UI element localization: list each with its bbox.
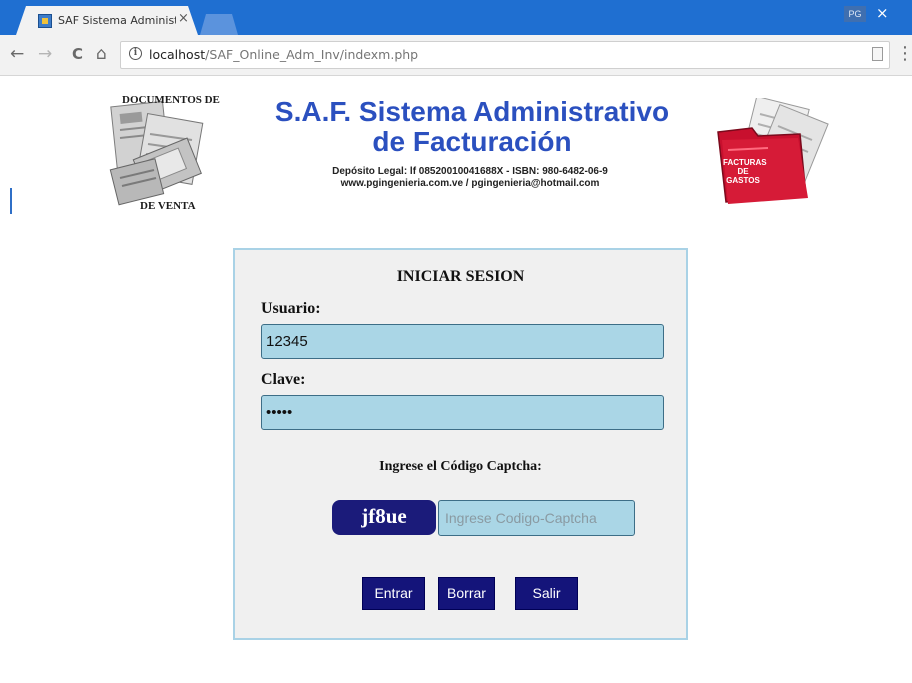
url-host: localhost bbox=[149, 47, 206, 62]
reload-icon[interactable]: C bbox=[72, 45, 83, 63]
documentos-venta-logo: DOCUMENTOS DE DE VENTA bbox=[108, 90, 220, 212]
user-label: Usuario: bbox=[261, 300, 321, 317]
legal-line2: www.pgingenieria.com.ve / pgingenieria@h… bbox=[340, 178, 600, 189]
browser-menu-icon[interactable]: ⋮ bbox=[896, 43, 912, 64]
red-folder-icon bbox=[717, 95, 829, 204]
user-input[interactable] bbox=[261, 324, 664, 359]
right-logo-text: FACTURAS DE GASTOS bbox=[723, 158, 767, 185]
left-logo-top-text: DOCUMENTOS DE bbox=[122, 94, 220, 106]
captcha-image: jf8ue bbox=[332, 500, 436, 535]
address-bar[interactable]: i localhost/SAF_Online_Adm_Inv/indexm.ph… bbox=[120, 41, 890, 69]
info-icon[interactable]: i bbox=[129, 47, 142, 60]
legal-info: Depósito Legal: lf 08520010041688X - ISB… bbox=[300, 166, 640, 190]
facturas-gastos-logo: FACTURAS DE GASTOS bbox=[708, 95, 832, 210]
login-title: INICIAR SESION bbox=[396, 268, 525, 285]
clear-button[interactable]: Borrar bbox=[438, 577, 495, 610]
profile-badge[interactable]: PG bbox=[844, 6, 866, 22]
page-edge-marker bbox=[10, 188, 12, 214]
url-path: /SAF_Online_Adm_Inv/indexm.php bbox=[205, 47, 419, 62]
tab-close-icon[interactable]: × bbox=[178, 11, 189, 26]
login-panel: INICIAR SESION Usuario: Clave: Ingrese e… bbox=[233, 248, 688, 640]
captcha-input[interactable] bbox=[438, 500, 635, 536]
left-logo-bottom-text: DE VENTA bbox=[140, 200, 196, 212]
documents-stack-icon bbox=[109, 100, 204, 206]
back-arrow-icon[interactable]: ← bbox=[10, 44, 24, 64]
site-title: S.A.F. Sistema Administrativo de Factura… bbox=[246, 96, 698, 157]
browser-tab-bar: SAF Sistema Administrati × PG × bbox=[0, 0, 912, 35]
window-close-icon[interactable]: × bbox=[876, 4, 889, 22]
forward-arrow-icon[interactable]: → bbox=[38, 44, 52, 64]
new-tab-button[interactable] bbox=[200, 14, 238, 35]
page-icon[interactable] bbox=[872, 47, 883, 61]
password-input[interactable] bbox=[261, 395, 664, 430]
site-title-line1: S.A.F. Sistema Administrativo bbox=[274, 96, 670, 127]
password-label: Clave: bbox=[261, 371, 306, 388]
browser-tab[interactable]: SAF Sistema Administrati × bbox=[16, 6, 198, 35]
tab-favicon-icon bbox=[38, 14, 52, 28]
tab-title: SAF Sistema Administrati bbox=[58, 14, 176, 27]
captcha-label: Ingrese el Código Captcha: bbox=[379, 459, 542, 474]
url-text: localhost/SAF_Online_Adm_Inv/indexm.php bbox=[149, 47, 418, 62]
exit-button[interactable]: Salir bbox=[515, 577, 578, 610]
home-icon[interactable]: ⌂ bbox=[96, 44, 107, 64]
legal-line1: Depósito Legal: lf 08520010041688X - ISB… bbox=[332, 166, 608, 177]
site-title-line2: de Facturación bbox=[372, 126, 572, 157]
enter-button[interactable]: Entrar bbox=[362, 577, 425, 610]
browser-toolbar: ← → C ⌂ i localhost/SAF_Online_Adm_Inv/i… bbox=[0, 35, 912, 76]
